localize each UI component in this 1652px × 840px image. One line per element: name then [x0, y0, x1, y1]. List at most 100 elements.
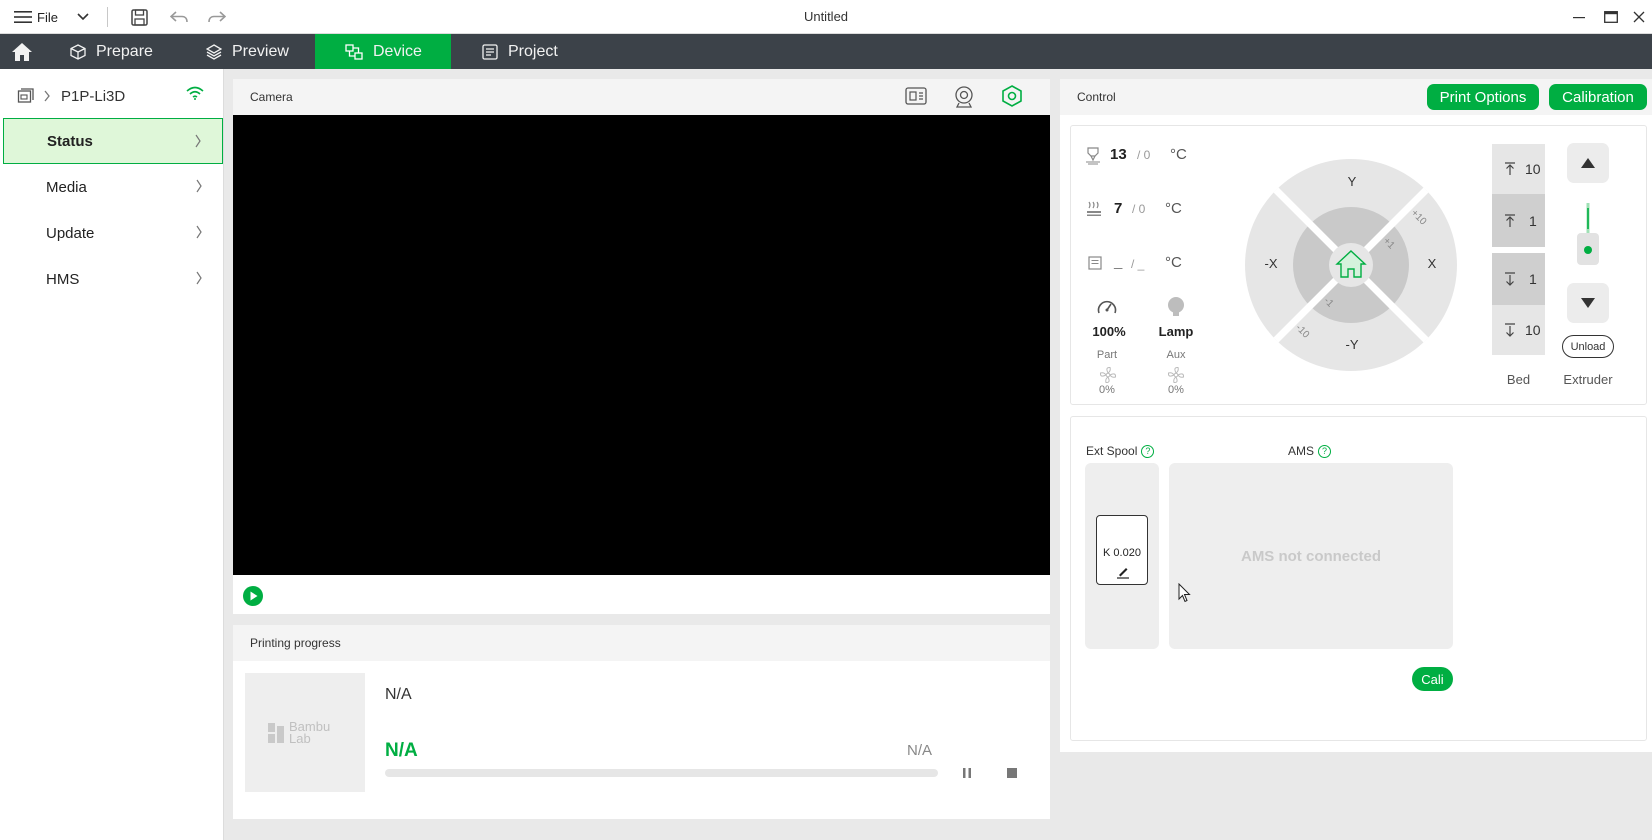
part-fan-icon[interactable] — [1099, 366, 1117, 384]
sidebar-item-update[interactable]: Update — [3, 210, 223, 256]
extruder-label: Extruder — [1563, 372, 1613, 387]
jog-y-plus-button[interactable]: Y — [1343, 174, 1361, 189]
tab-project[interactable]: Project — [482, 34, 582, 69]
unload-button[interactable]: Unload — [1562, 335, 1614, 358]
aux-fan-icon[interactable] — [1167, 366, 1185, 384]
extruder-up-button[interactable] — [1567, 143, 1609, 183]
bed-up-1-button[interactable]: 1 — [1492, 194, 1545, 247]
printer-selector[interactable]: P1P-Li3D — [17, 85, 207, 107]
redo-icon — [208, 11, 226, 23]
recording-button[interactable] — [905, 86, 927, 106]
pause-button[interactable] — [961, 767, 973, 779]
printer-name: P1P-Li3D — [61, 87, 126, 105]
arrow-up-line-icon — [1505, 213, 1515, 227]
print-thumbnail: Bambu Lab — [245, 673, 365, 792]
aux-fan-label: Aux — [1166, 349, 1186, 361]
layers-icon — [206, 43, 222, 60]
print-progress-bar — [385, 769, 938, 777]
printing-progress-title: Printing progress — [250, 636, 341, 650]
print-file-name: N/A — [385, 686, 412, 703]
camera-view[interactable] — [233, 115, 1050, 575]
minimize-button[interactable] — [1566, 0, 1592, 34]
file-menu-dropdown-button[interactable] — [72, 0, 94, 34]
triangle-down-icon — [1581, 298, 1595, 308]
triangle-up-icon — [1581, 158, 1595, 168]
jog-x-minus-button[interactable]: -X — [1258, 256, 1284, 271]
ext-spool-header: Ext Spool ? — [1086, 444, 1155, 458]
help-icon[interactable]: ? — [1141, 444, 1155, 458]
nozzle-target-temp[interactable]: / 0 — [1137, 148, 1150, 162]
home-icon — [12, 42, 32, 61]
print-status: N/A — [385, 740, 418, 761]
printer-icon — [17, 88, 34, 103]
part-fan-value: 0% — [1099, 384, 1115, 396]
tab-preview[interactable]: Preview — [206, 34, 306, 69]
jog-x-plus-button[interactable]: X — [1424, 256, 1440, 271]
k-factor-value: K 0.020 — [1103, 547, 1141, 559]
part-fan-label: Part — [1096, 349, 1118, 361]
pencil-edit-icon[interactable] — [1116, 565, 1130, 579]
bed-step-label: 10 — [1525, 322, 1541, 338]
speed-gauge-icon[interactable] — [1096, 298, 1118, 316]
nozzle-temp-unit: °C — [1170, 146, 1187, 163]
ext-spool-label: Ext Spool — [1086, 444, 1138, 458]
undo-button[interactable] — [168, 0, 190, 34]
chamber-target-temp[interactable]: / _ — [1131, 257, 1144, 271]
mouse-cursor-icon — [1178, 583, 1191, 603]
tab-device[interactable]: Device — [315, 34, 451, 69]
arrow-up-line-icon — [1505, 162, 1515, 175]
bed-target-temp[interactable]: / 0 — [1132, 202, 1145, 216]
file-menu-label: File — [37, 9, 58, 25]
calibration-button[interactable]: Calibration — [1549, 84, 1647, 110]
sidebar-item-media[interactable]: Media — [3, 164, 223, 210]
save-button[interactable] — [128, 0, 150, 34]
chevron-right-icon — [196, 225, 202, 239]
home-axes-button[interactable] — [1334, 248, 1368, 280]
stop-icon — [1007, 768, 1017, 778]
extruder-down-button[interactable] — [1567, 283, 1609, 323]
speed-value: 100% — [1092, 324, 1126, 339]
bambu-lab-logo-text: Bambu Lab — [289, 718, 331, 746]
nozzle-current-temp: 13 — [1110, 146, 1127, 163]
help-icon[interactable]: ? — [1318, 444, 1332, 458]
bed-down-1-button[interactable]: 1 — [1492, 253, 1545, 305]
sidebar-item-label: Media — [46, 178, 87, 196]
tab-project-label: Project — [508, 42, 558, 60]
chamber-current-temp: _ — [1114, 254, 1123, 271]
maximize-button[interactable] — [1598, 0, 1624, 34]
close-button[interactable] — [1626, 0, 1652, 34]
tab-prepare[interactable]: Prepare — [70, 34, 180, 69]
ams-cali-button[interactable]: Cali — [1412, 667, 1453, 691]
lamp-bulb-icon[interactable] — [1165, 296, 1187, 318]
home-button[interactable] — [0, 34, 44, 69]
tab-device-label: Device — [373, 42, 422, 60]
webcam-button[interactable] — [954, 86, 974, 108]
arrow-down-line-icon — [1505, 323, 1515, 337]
title-bar: File Untitled — [0, 0, 1652, 34]
bed-step-label: 10 — [1525, 161, 1541, 177]
sidebar-item-hms[interactable]: HMS — [3, 256, 223, 302]
file-menu-button[interactable]: File — [14, 0, 76, 34]
play-stream-button[interactable] — [242, 585, 264, 607]
nozzle-temp-icon — [1085, 147, 1101, 165]
camera-header — [233, 79, 1050, 115]
minimize-icon — [1573, 17, 1585, 19]
bed-down-10-button[interactable]: 10 — [1492, 305, 1545, 355]
ams-header: AMS ? — [1288, 444, 1332, 458]
bed-current-temp: 7 — [1114, 200, 1123, 217]
print-options-button[interactable]: Print Options — [1427, 84, 1539, 110]
chevron-down-icon — [77, 13, 89, 21]
stop-button[interactable] — [1006, 767, 1018, 779]
chevron-right-icon — [195, 134, 201, 148]
main-nav-bar: Prepare Preview Device Project — [0, 34, 1652, 69]
chevron-right-icon — [44, 90, 50, 102]
extruder-filament-icon — [1574, 203, 1602, 269]
redo-button[interactable] — [206, 0, 228, 34]
jog-y-minus-button[interactable]: -Y — [1338, 337, 1366, 352]
bed-up-10-button[interactable]: 10 — [1492, 144, 1545, 194]
device-icon — [345, 43, 363, 60]
camera-settings-button[interactable] — [1001, 85, 1023, 107]
ext-spool-tray[interactable]: K 0.020 — [1096, 515, 1148, 585]
sidebar-item-status[interactable]: Status — [3, 118, 223, 164]
toolbar-divider — [107, 7, 108, 27]
